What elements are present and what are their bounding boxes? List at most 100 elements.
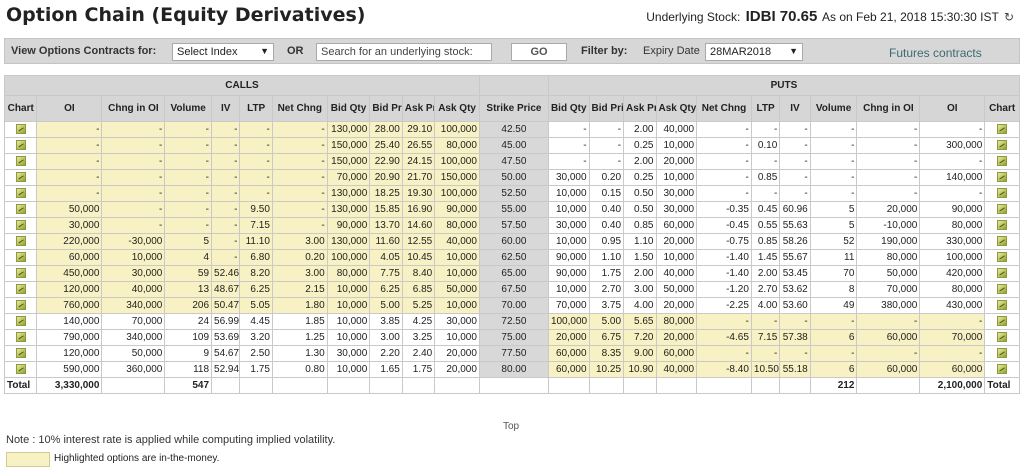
- call-cell[interactable]: 140,000: [36, 313, 103, 330]
- go-button[interactable]: GO: [511, 43, 567, 61]
- chart-icon[interactable]: [997, 332, 1008, 343]
- put-cell[interactable]: 2.00: [750, 265, 781, 282]
- put-cell[interactable]: 0.55: [750, 217, 781, 234]
- chart-icon[interactable]: [15, 140, 26, 151]
- put-cell[interactable]: 0.45: [750, 201, 781, 218]
- call-cell[interactable]: 120,000: [36, 281, 103, 298]
- call-cell[interactable]: 50,000: [36, 201, 103, 218]
- call-chart-cell[interactable]: [3, 137, 38, 154]
- call-cell[interactable]: 450,000: [36, 265, 103, 282]
- call-cell[interactable]: 5.05: [239, 297, 273, 314]
- put-chart-cell[interactable]: [984, 233, 1020, 250]
- chart-icon[interactable]: [997, 204, 1008, 215]
- put-chart-cell[interactable]: [984, 169, 1020, 186]
- put-cell[interactable]: 100,000: [919, 249, 986, 266]
- call-cell[interactable]: 6.80: [239, 249, 273, 266]
- chart-icon[interactable]: [15, 172, 26, 183]
- chart-icon[interactable]: [15, 156, 26, 167]
- put-cell[interactable]: 1.45: [750, 249, 781, 266]
- chart-icon[interactable]: [15, 268, 26, 279]
- chart-icon[interactable]: [997, 300, 1008, 311]
- put-cell[interactable]: 0.85: [750, 169, 781, 186]
- put-chart-cell[interactable]: [984, 345, 1020, 362]
- put-chart-cell[interactable]: [984, 137, 1020, 154]
- put-cell[interactable]: 4.00: [750, 297, 781, 314]
- put-chart-cell[interactable]: [984, 313, 1020, 330]
- put-cell[interactable]: 90,000: [919, 201, 986, 218]
- refresh-icon[interactable]: ↻: [1004, 10, 1014, 24]
- chart-icon[interactable]: [15, 300, 26, 311]
- call-cell[interactable]: 7.15: [239, 217, 273, 234]
- call-chart-cell[interactable]: [3, 233, 38, 250]
- put-chart-cell[interactable]: [984, 201, 1020, 218]
- chart-icon[interactable]: [15, 236, 26, 247]
- chart-icon[interactable]: [15, 204, 26, 215]
- call-chart-cell[interactable]: [3, 249, 38, 266]
- put-cell[interactable]: 10.50: [750, 361, 781, 378]
- put-chart-cell[interactable]: [984, 329, 1020, 346]
- put-chart-cell[interactable]: [984, 265, 1020, 282]
- put-chart-cell[interactable]: [984, 361, 1020, 378]
- put-chart-cell[interactable]: [984, 249, 1020, 266]
- chart-icon[interactable]: [997, 364, 1008, 375]
- chart-icon[interactable]: [15, 332, 26, 343]
- call-cell[interactable]: 1.75: [239, 361, 273, 378]
- put-cell[interactable]: 80,000: [919, 217, 986, 234]
- chart-icon[interactable]: [997, 124, 1008, 135]
- index-select[interactable]: Select Index ▼: [172, 43, 274, 61]
- call-cell[interactable]: 790,000: [36, 329, 103, 346]
- chart-icon[interactable]: [997, 188, 1008, 199]
- put-chart-cell[interactable]: [984, 281, 1020, 298]
- chart-icon[interactable]: [15, 124, 26, 135]
- chart-icon[interactable]: [15, 188, 26, 199]
- call-cell[interactable]: 9.50: [239, 201, 273, 218]
- call-chart-cell[interactable]: [3, 217, 38, 234]
- chart-icon[interactable]: [15, 284, 26, 295]
- put-cell[interactable]: 300,000: [919, 137, 986, 154]
- chart-icon[interactable]: [997, 236, 1008, 247]
- call-chart-cell[interactable]: [3, 201, 38, 218]
- chart-icon[interactable]: [997, 348, 1008, 359]
- futures-contracts-link[interactable]: Futures contracts: [889, 46, 982, 60]
- put-cell[interactable]: 2.70: [750, 281, 781, 298]
- chart-icon[interactable]: [997, 268, 1008, 279]
- chart-icon[interactable]: [997, 156, 1008, 167]
- call-cell[interactable]: 220,000: [36, 233, 103, 250]
- put-chart-cell[interactable]: [984, 297, 1020, 314]
- put-cell[interactable]: 0.85: [750, 233, 781, 250]
- chart-icon[interactable]: [997, 316, 1008, 327]
- call-chart-cell[interactable]: [3, 281, 38, 298]
- put-cell[interactable]: 0.10: [750, 137, 781, 154]
- call-cell[interactable]: 120,000: [36, 345, 103, 362]
- put-chart-cell[interactable]: [984, 153, 1020, 170]
- put-chart-cell[interactable]: [984, 185, 1020, 202]
- chart-icon[interactable]: [15, 348, 26, 359]
- call-chart-cell[interactable]: [3, 361, 38, 378]
- put-cell[interactable]: 330,000: [919, 233, 986, 250]
- expiry-date-select[interactable]: 28MAR2018 ▼: [705, 43, 803, 61]
- call-chart-cell[interactable]: [3, 185, 38, 202]
- call-chart-cell[interactable]: [3, 169, 38, 186]
- call-chart-cell[interactable]: [3, 313, 38, 330]
- call-chart-cell[interactable]: [3, 329, 38, 346]
- call-cell[interactable]: 4.45: [239, 313, 273, 330]
- put-cell[interactable]: 80,000: [919, 281, 986, 298]
- call-cell[interactable]: 6.25: [239, 281, 273, 298]
- call-chart-cell[interactable]: [3, 345, 38, 362]
- chart-icon[interactable]: [997, 252, 1008, 263]
- put-cell[interactable]: 60,000: [919, 361, 986, 378]
- call-cell[interactable]: 2.50: [239, 345, 273, 362]
- call-cell[interactable]: 60,000: [36, 249, 103, 266]
- call-cell[interactable]: 11.10: [239, 233, 273, 250]
- chart-icon[interactable]: [15, 364, 26, 375]
- call-chart-cell[interactable]: [3, 153, 38, 170]
- call-cell[interactable]: 3.20: [239, 329, 273, 346]
- put-chart-cell[interactable]: [984, 121, 1020, 138]
- put-cell[interactable]: 140,000: [919, 169, 986, 186]
- call-cell[interactable]: 30,000: [36, 217, 103, 234]
- chart-icon[interactable]: [997, 140, 1008, 151]
- call-cell[interactable]: 8.20: [239, 265, 273, 282]
- top-link[interactable]: Top: [503, 421, 519, 432]
- chart-icon[interactable]: [15, 220, 26, 231]
- stock-search-input[interactable]: Search for an underlying stock:: [316, 43, 492, 61]
